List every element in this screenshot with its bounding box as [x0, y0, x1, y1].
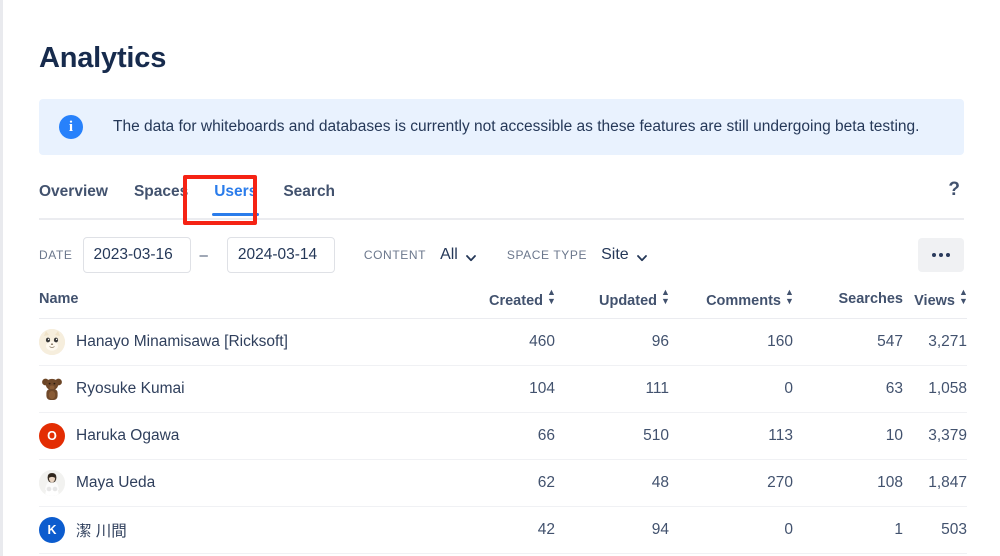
chevron-down-icon — [465, 250, 476, 262]
cell-views: 1,058 — [903, 365, 967, 413]
cell-searches: 10 — [793, 412, 903, 460]
table-row[interactable]: K 潔 川間 42 94 0 1 503 — [39, 506, 967, 554]
cell-views: 3,271 — [903, 318, 967, 366]
cell-updated: 111 — [555, 365, 669, 413]
user-name-cell: Ryosuke Kumai — [39, 365, 439, 413]
sort-icon: ▲ ▼ — [959, 287, 968, 306]
column-header-name: Name — [39, 285, 439, 319]
column-header-views[interactable]: Views ▲ ▼ — [903, 285, 968, 319]
content-filter-label: CONTENT — [363, 248, 427, 262]
help-icon[interactable]: ? — [944, 179, 964, 212]
filter-bar: DATE – CONTENT All SPACE TYPE Site — [39, 235, 964, 275]
cell-searches: 63 — [793, 365, 903, 413]
cell-searches: 108 — [793, 459, 903, 507]
space-type-filter-select[interactable]: Site — [599, 242, 649, 268]
user-name-cell: K 潔 川間 — [39, 506, 439, 554]
tab-spaces[interactable]: Spaces — [134, 179, 188, 214]
user-name: Haruka Ogawa — [76, 427, 180, 444]
cell-comments: 270 — [669, 459, 793, 507]
ellipsis-icon — [946, 253, 950, 257]
cell-created: 66 — [439, 412, 555, 460]
cell-updated: 94 — [555, 506, 669, 554]
tab-search[interactable]: Search — [283, 179, 335, 214]
user-name: 潔 川間 — [76, 523, 127, 540]
tab-overview[interactable]: Overview — [39, 179, 108, 214]
table-row[interactable]: Maya Ueda 62 48 270 108 1,847 — [39, 459, 967, 507]
user-name-cell: Hanayo Minamisawa [Ricksoft] — [39, 318, 439, 366]
ellipsis-icon — [939, 253, 943, 257]
user-name-cell: Maya Ueda — [39, 459, 439, 507]
sort-icon: ▲ ▼ — [661, 287, 670, 306]
table-row[interactable]: O Haruka Ogawa 66 510 113 10 3,379 — [39, 412, 967, 460]
cell-searches: 547 — [793, 318, 903, 366]
sort-icon: ▲ ▼ — [547, 287, 556, 306]
column-header-updated[interactable]: Updated ▲ ▼ — [555, 285, 670, 319]
user-name: Hanayo Minamisawa [Ricksoft] — [76, 333, 288, 350]
user-name: Ryosuke Kumai — [76, 380, 185, 397]
cell-updated: 96 — [555, 318, 669, 366]
cell-views: 3,379 — [903, 412, 967, 460]
content-filter-value: All — [440, 246, 458, 263]
table-row[interactable]: Ryosuke Kumai 104 111 0 63 1,058 — [39, 365, 967, 413]
sort-icon: ▲ ▼ — [785, 287, 794, 306]
table-header-row: Name Created ▲ ▼ Updated ▲ ▼ Comments ▲ ▼ Sear… — [39, 285, 968, 319]
info-banner: i The data for whiteboards and databases… — [39, 99, 964, 155]
user-name-cell: O Haruka Ogawa — [39, 412, 439, 460]
cell-comments: 0 — [669, 365, 793, 413]
avatar — [39, 470, 65, 496]
users-table: Name Created ▲ ▼ Updated ▲ ▼ Comments ▲ ▼ Sear… — [39, 285, 968, 554]
info-icon: i — [59, 115, 83, 139]
tab-bar: Overview Spaces Users Search ? — [39, 175, 964, 225]
avatar: O — [39, 423, 65, 449]
cell-created: 62 — [439, 459, 555, 507]
date-filter-label: DATE — [39, 248, 73, 262]
avatar: K — [39, 517, 65, 543]
tab-users[interactable]: Users — [212, 179, 260, 216]
avatar-initial: K — [47, 523, 57, 537]
avatar-initial: O — [47, 429, 57, 443]
user-name: Maya Ueda — [76, 474, 156, 491]
cell-views: 1,847 — [903, 459, 967, 507]
date-to-input[interactable] — [226, 237, 335, 273]
cell-comments: 113 — [669, 412, 793, 460]
info-banner-text: The data for whiteboards and databases i… — [113, 118, 920, 135]
date-from-input[interactable] — [82, 237, 191, 273]
cell-comments: 0 — [669, 506, 793, 554]
avatar — [39, 376, 65, 402]
more-options-button[interactable] — [918, 238, 964, 272]
analytics-page: Analytics i The data for whiteboards and… — [3, 0, 1000, 556]
column-header-created[interactable]: Created ▲ ▼ — [439, 285, 556, 319]
cell-created: 460 — [439, 318, 555, 366]
space-type-filter-value: Site — [601, 246, 629, 263]
cell-updated: 510 — [555, 412, 669, 460]
cell-views: 503 — [903, 506, 967, 554]
ellipsis-icon — [932, 253, 936, 257]
date-range-separator: – — [199, 246, 208, 264]
table-row[interactable]: Hanayo Minamisawa [Ricksoft] 460 96 160 … — [39, 318, 967, 366]
chevron-down-icon — [636, 250, 647, 262]
column-header-searches[interactable]: Searches — [793, 285, 903, 319]
cell-updated: 48 — [555, 459, 669, 507]
cell-comments: 160 — [669, 318, 793, 366]
cell-created: 42 — [439, 506, 555, 554]
cell-searches: 1 — [793, 506, 903, 554]
cell-created: 104 — [439, 365, 555, 413]
space-type-filter-label: SPACE TYPE — [506, 248, 588, 262]
avatar — [39, 329, 65, 355]
column-header-comments[interactable]: Comments ▲ ▼ — [669, 285, 794, 319]
content-filter-select[interactable]: All — [438, 242, 478, 268]
page-title: Analytics — [39, 42, 167, 74]
